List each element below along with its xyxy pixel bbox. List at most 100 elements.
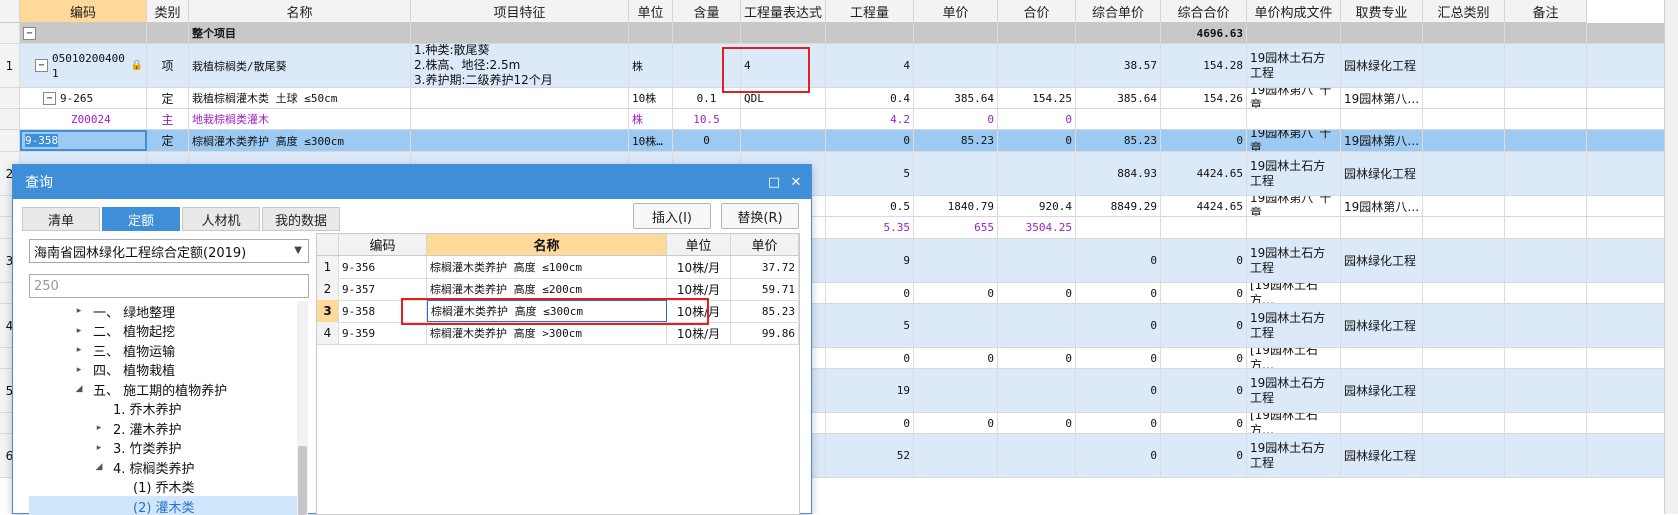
qcell-unit[interactable]: 10株/月 bbox=[667, 300, 731, 322]
cell-price_file[interactable]: 19园林土石方工程 bbox=[1247, 434, 1341, 477]
cell-fee[interactable]: 19园林第八… bbox=[1341, 130, 1423, 151]
cell-unit[interactable]: 株 bbox=[629, 109, 673, 129]
qcell-price[interactable]: 99.86 bbox=[731, 322, 799, 344]
cell-expr[interactable] bbox=[741, 109, 826, 129]
cell-comp_total[interactable]: 0 bbox=[1161, 304, 1247, 347]
cell-comp_price[interactable]: 0 bbox=[1076, 413, 1161, 433]
cell-remark[interactable] bbox=[1505, 304, 1587, 347]
cell-remark[interactable] bbox=[1505, 348, 1587, 368]
cell-price_file[interactable] bbox=[1247, 109, 1341, 129]
row-index[interactable]: 1 bbox=[0, 44, 20, 87]
cell-total[interactable]: 0 bbox=[998, 283, 1076, 303]
cell-fee[interactable]: 园林绿化工程 bbox=[1341, 152, 1423, 195]
column-header-price_file[interactable]: 单价构成文件 bbox=[1247, 0, 1341, 23]
column-header-qty[interactable]: 工程量 bbox=[826, 0, 914, 23]
collapse-arrow-icon[interactable]: ◢ bbox=[93, 462, 105, 472]
column-header-expr[interactable]: 工程量表达式 bbox=[741, 0, 826, 23]
cell-total[interactable] bbox=[998, 434, 1076, 477]
quota-sub-row[interactable]: −9-265定栽植棕榈灌木类 土球 ≤50cm10株0.1QDL0.4385.6… bbox=[0, 88, 1678, 109]
cell-total[interactable] bbox=[998, 23, 1076, 43]
qcell-name[interactable]: 棕榈灌木类养护 高度 ≤200cm bbox=[427, 278, 667, 300]
cell-feature[interactable]: 1.种类:散尾葵 2.株高、地径:2.5m 3.养护期:二级养护12个月 bbox=[411, 44, 629, 87]
cell-price[interactable]: 0 bbox=[914, 283, 998, 303]
cell-summary[interactable] bbox=[1423, 304, 1505, 347]
cell-feature[interactable] bbox=[411, 130, 629, 151]
cell-comp_total[interactable]: 0 bbox=[1161, 369, 1247, 412]
cell-summary[interactable] bbox=[1423, 369, 1505, 412]
cell-comp_price[interactable]: 0 bbox=[1076, 369, 1161, 412]
cell-type[interactable]: 定 bbox=[147, 130, 189, 151]
search-input[interactable]: 250 bbox=[29, 274, 309, 298]
cell-price_file[interactable] bbox=[1247, 217, 1341, 238]
cell-qty[interactable]: 4.2 bbox=[826, 109, 914, 129]
column-header-price[interactable]: 单价 bbox=[914, 0, 998, 23]
cell-expr[interactable] bbox=[741, 130, 826, 151]
column-header-unit[interactable]: 单位 bbox=[629, 0, 673, 23]
cell-summary[interactable] bbox=[1423, 109, 1505, 129]
cell-comp_total[interactable]: 4424.65 bbox=[1161, 152, 1247, 195]
tree-node[interactable]: ▸3. 竹类养护 bbox=[29, 438, 297, 458]
cell-code[interactable]: 9-358 bbox=[20, 130, 147, 151]
tab-qingdan[interactable]: 清单 bbox=[22, 207, 100, 231]
cell-expr[interactable]: QDL bbox=[741, 88, 826, 108]
cell-code[interactable]: −050102004001🔒 bbox=[20, 44, 147, 87]
cell-name[interactable]: 整个项目 bbox=[189, 23, 411, 43]
qcell-code[interactable]: 9-357 bbox=[339, 278, 427, 300]
tree-node[interactable]: (2) 灌木类 bbox=[29, 496, 297, 515]
tree-node[interactable]: ▸四、 植物栽植 bbox=[29, 360, 297, 380]
cell-comp_price[interactable] bbox=[1076, 23, 1161, 43]
cell-fee[interactable]: 19园林第八… bbox=[1341, 88, 1423, 108]
qcell-price[interactable]: 85.23 bbox=[731, 300, 799, 322]
cell-comp_total[interactable]: 0 bbox=[1161, 413, 1247, 433]
qcell-idx[interactable]: 1 bbox=[317, 256, 339, 278]
cell-price[interactable]: 655 bbox=[914, 217, 998, 238]
cell-remark[interactable] bbox=[1505, 130, 1587, 151]
cell-type[interactable]: 主 bbox=[147, 109, 189, 129]
cell-total[interactable]: 154.25 bbox=[998, 88, 1076, 108]
cell-comp_total[interactable]: 4696.63 bbox=[1161, 23, 1247, 43]
qgrid-header-2[interactable]: 单位 bbox=[667, 234, 731, 256]
qcell-idx[interactable]: 3 bbox=[317, 300, 339, 322]
cell-comp_total[interactable]: 0 bbox=[1161, 283, 1247, 303]
cell-remark[interactable] bbox=[1505, 88, 1587, 108]
cell-expr[interactable]: 4 bbox=[741, 44, 826, 87]
insert-button[interactable]: 插入(I) bbox=[633, 203, 711, 229]
cell-price[interactable] bbox=[914, 239, 998, 282]
cell-comp_price[interactable]: 884.93 bbox=[1076, 152, 1161, 195]
qcell-code[interactable]: 9-359 bbox=[339, 322, 427, 344]
cell-remark[interactable] bbox=[1505, 413, 1587, 433]
cell-remark[interactable] bbox=[1505, 44, 1587, 87]
cell-price[interactable]: 0 bbox=[914, 413, 998, 433]
cell-fee[interactable] bbox=[1341, 109, 1423, 129]
tab-rencaiji[interactable]: 人材机 bbox=[182, 207, 260, 231]
cell-name[interactable]: 栽植棕榈类/散尾葵 bbox=[189, 44, 411, 87]
tree-node[interactable]: ◢4. 棕榈类养护 bbox=[29, 457, 297, 477]
cell-fee[interactable]: 19园林第八… bbox=[1341, 196, 1423, 216]
cell-summary[interactable] bbox=[1423, 283, 1505, 303]
expand-arrow-icon[interactable]: ▸ bbox=[93, 423, 105, 433]
qcell-unit[interactable]: 10株/月 bbox=[667, 322, 731, 344]
cell-comp_price[interactable] bbox=[1076, 109, 1161, 129]
cell-remark[interactable] bbox=[1505, 152, 1587, 195]
cell-price_file[interactable]: 19园林土石方工程 bbox=[1247, 152, 1341, 195]
cell-comp_total[interactable]: 4424.65 bbox=[1161, 196, 1247, 216]
expand-arrow-icon[interactable]: ▸ bbox=[73, 345, 85, 355]
replace-button[interactable]: 替换(R) bbox=[721, 203, 799, 229]
cell-unit[interactable]: 10株 bbox=[629, 88, 673, 108]
cell-comp_total[interactable]: 154.26 bbox=[1161, 88, 1247, 108]
cell-comp_total[interactable]: 154.28 bbox=[1161, 44, 1247, 87]
cell-price[interactable] bbox=[914, 434, 998, 477]
cell-fee[interactable] bbox=[1341, 23, 1423, 43]
column-header-type[interactable]: 类别 bbox=[147, 0, 189, 23]
cell-content[interactable]: 10.5 bbox=[673, 109, 741, 129]
quota-result-row[interactable]: 49-359棕榈灌木类养护 高度 >300cm10株/月99.86 bbox=[317, 322, 799, 345]
cell-comp_price[interactable]: 0 bbox=[1076, 434, 1161, 477]
cell-remark[interactable] bbox=[1505, 23, 1587, 43]
cell-qty[interactable]: 19 bbox=[826, 369, 914, 412]
cell-comp_price[interactable]: 0 bbox=[1076, 283, 1161, 303]
cell-summary[interactable] bbox=[1423, 88, 1505, 108]
cell-content[interactable] bbox=[673, 44, 741, 87]
cell-total[interactable]: 0 bbox=[998, 130, 1076, 151]
cell-comp_price[interactable]: 0 bbox=[1076, 348, 1161, 368]
qcell-price[interactable]: 59.71 bbox=[731, 278, 799, 300]
